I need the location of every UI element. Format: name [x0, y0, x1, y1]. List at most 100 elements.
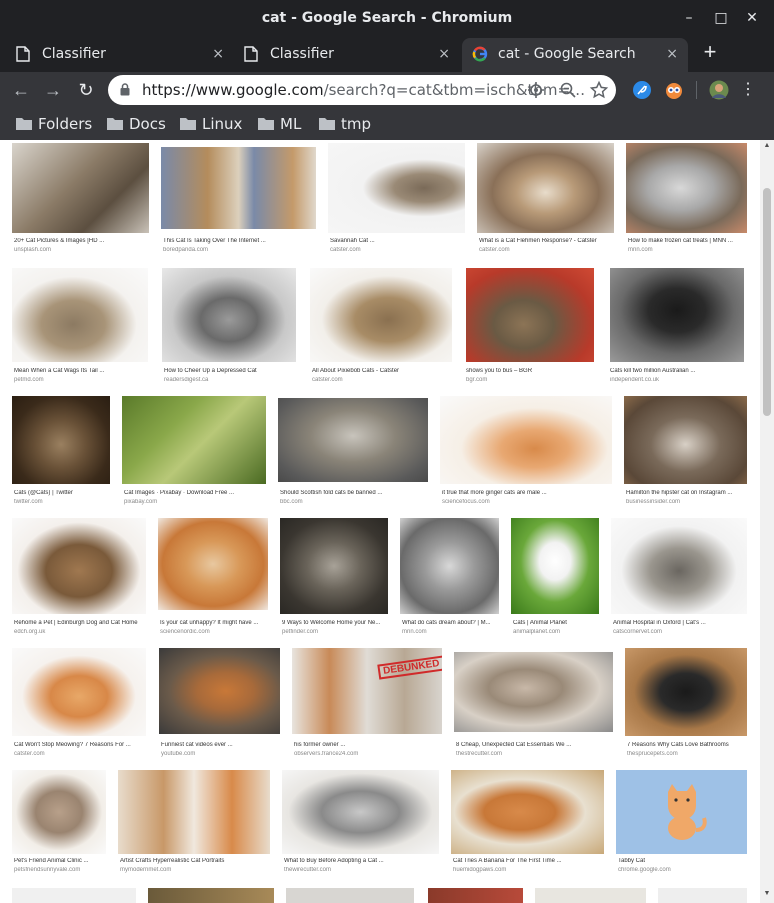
result-source[interactable]: businessinsider.com — [626, 499, 747, 505]
cat-image-thumbnail[interactable] — [12, 143, 149, 233]
cat-image-thumbnail[interactable] — [12, 648, 146, 736]
result-source[interactable]: bbc.com — [280, 499, 428, 505]
tab-close-icon[interactable]: × — [438, 38, 450, 70]
result-caption[interactable]: Funniest cat videos ever ... — [161, 742, 280, 748]
result-source[interactable]: petsfriendsunnyvale.com — [14, 867, 106, 873]
cat-image-thumbnail[interactable] — [159, 648, 280, 734]
cat-image-thumbnail[interactable] — [161, 147, 316, 229]
cat-image-thumbnail[interactable] — [12, 518, 146, 614]
result-source[interactable]: edch.org.uk — [14, 629, 146, 635]
cat-image-thumbnail[interactable] — [477, 143, 614, 233]
cat-image-thumbnail[interactable] — [280, 518, 388, 614]
result-caption[interactable]: 8 Cheap, Unexpected Cat Essentials We ..… — [456, 742, 613, 748]
scroll-up-arrow-icon[interactable]: ▲ — [763, 142, 771, 149]
result-caption[interactable]: shows you to bus – BGR — [466, 368, 594, 374]
result-source[interactable]: sciencefocus.com — [442, 499, 612, 505]
result-source[interactable]: chrome.google.com — [618, 867, 747, 873]
result-caption[interactable]: Cats kill two million Australian ... — [610, 368, 744, 374]
result-caption[interactable]: Animal Hospital in Oxford | Cat's ... — [613, 620, 747, 626]
result-caption[interactable]: 20+ Cat Pictures & Images [HD ... — [14, 238, 149, 244]
cat-image-thumbnail[interactable] — [610, 268, 744, 362]
extension-owl-icon[interactable] — [664, 80, 684, 100]
result-source[interactable]: thewirecutter.com — [284, 867, 439, 873]
tab-close-icon[interactable]: × — [212, 38, 224, 70]
scroll-down-arrow-icon[interactable]: ▼ — [763, 890, 771, 897]
result-source[interactable]: catscornervet.com — [613, 629, 747, 635]
result-caption[interactable]: Should Scottish fold cats be banned ... — [280, 490, 428, 496]
result-source[interactable]: catster.com — [479, 247, 614, 253]
result-caption[interactable]: Pet's Friend Animal Clinic ... — [14, 858, 106, 864]
cat-image-thumbnail[interactable] — [162, 268, 296, 362]
cat-image-thumbnail[interactable] — [118, 770, 270, 854]
new-tab-button[interactable]: + — [698, 40, 722, 64]
result-caption[interactable]: Savannah Cat ... — [330, 238, 465, 244]
result-source[interactable]: huemidogpaws.com — [453, 867, 604, 873]
tab-google-search[interactable]: cat - Google Search × — [462, 38, 688, 72]
result-source[interactable]: independent.co.uk — [610, 377, 744, 383]
result-source[interactable]: pixabay.com — [124, 499, 266, 505]
cat-image-thumbnail[interactable] — [286, 888, 414, 903]
cat-image-thumbnail[interactable] — [454, 652, 613, 732]
bookmark-star-icon[interactable] — [589, 80, 609, 100]
result-source[interactable]: petfinder.com — [282, 629, 388, 635]
cat-image-thumbnail[interactable] — [310, 268, 452, 362]
url-text[interactable]: https://www.google.com/search?q=cat&tbm=… — [142, 81, 585, 99]
bookmark-linux[interactable]: Linux — [180, 114, 242, 134]
tab-classifier-1[interactable]: Classifier × — [6, 38, 234, 72]
result-source[interactable]: mnn.com — [402, 629, 499, 635]
back-button[interactable]: ← — [10, 80, 32, 100]
result-source[interactable]: thestrecutter.com — [456, 751, 613, 757]
maximize-button[interactable]: □ — [711, 10, 731, 26]
result-source[interactable]: thesprucepets.com — [627, 751, 747, 757]
result-source[interactable]: readersdigest.ca — [164, 377, 296, 383]
cat-image-thumbnail[interactable] — [158, 518, 268, 610]
tab-close-icon[interactable]: × — [666, 38, 678, 70]
cat-image-thumbnail[interactable] — [658, 888, 747, 903]
page-scrollbar[interactable]: ▲ ▼ — [760, 140, 774, 903]
result-caption[interactable]: Tabby Cat — [618, 858, 747, 864]
cat-image-thumbnail[interactable] — [12, 396, 110, 484]
bookmark-ml[interactable]: ML — [258, 114, 301, 134]
cat-image-thumbnail[interactable] — [12, 888, 136, 903]
result-caption[interactable]: Rehome a Pet | Edinburgh Dog and Cat Hom… — [14, 620, 146, 626]
menu-kebab-icon[interactable]: ⋮ — [740, 80, 756, 100]
extension-feather-icon[interactable] — [632, 80, 652, 100]
result-source[interactable]: catster.com — [330, 247, 465, 253]
result-caption[interactable]: All About Pixiebob Cats - Catster — [312, 368, 452, 374]
result-caption[interactable]: Cat Won't Stop Meowing? 7 Reasons For ..… — [14, 742, 146, 748]
result-caption[interactable]: Cat Images · Pixabay · Download Free ... — [124, 490, 266, 496]
cat-image-thumbnail[interactable] — [535, 888, 646, 903]
bookmark-folders[interactable]: Folders — [16, 114, 92, 134]
result-caption[interactable]: Is your cat unhappy? It might have ... — [160, 620, 268, 626]
cat-image-thumbnail[interactable] — [616, 770, 747, 854]
result-source[interactable]: catster.com — [14, 751, 146, 757]
cat-image-thumbnail[interactable]: DEBUNKED — [292, 648, 442, 734]
minimize-button[interactable]: – — [679, 10, 699, 26]
result-caption[interactable]: What to Buy Before Adopting a Cat ... — [284, 858, 439, 864]
result-caption[interactable]: Cat Tries A Banana For The First Time ..… — [453, 858, 604, 864]
result-source[interactable]: youtube.com — [161, 751, 280, 757]
forward-button[interactable]: → — [42, 80, 64, 100]
result-caption[interactable]: it true that more ginger cats are male .… — [442, 490, 612, 496]
result-source[interactable]: petmd.com — [14, 377, 148, 383]
result-source[interactable]: sciencenordic.com — [160, 629, 268, 635]
cat-image-thumbnail[interactable] — [428, 888, 523, 903]
lock-icon[interactable] — [120, 83, 130, 96]
cat-image-thumbnail[interactable] — [466, 268, 594, 362]
close-window-button[interactable]: ✕ — [742, 10, 762, 26]
result-caption[interactable]: Cats (@Cats) | Twitter — [14, 490, 110, 496]
result-caption[interactable]: Artist Crafts Hyperrealistic Cat Portrai… — [120, 858, 270, 864]
cat-image-thumbnail[interactable] — [440, 396, 612, 484]
cat-image-thumbnail[interactable] — [122, 396, 266, 484]
cat-image-thumbnail[interactable] — [282, 770, 439, 854]
tab-classifier-2[interactable]: Classifier × — [234, 38, 460, 72]
result-caption[interactable]: 9 Ways to Welcome Home your Ne... — [282, 620, 388, 626]
result-caption[interactable]: Hamilton the hipster cat on Instagram ..… — [626, 490, 747, 496]
zoom-icon[interactable] — [558, 80, 578, 100]
cat-image-thumbnail[interactable] — [624, 396, 747, 484]
result-caption[interactable]: This Cat Is Taking Over The Internet ... — [163, 238, 316, 244]
bookmark-docs[interactable]: Docs — [107, 114, 166, 134]
cat-image-thumbnail[interactable] — [12, 268, 148, 362]
cat-image-thumbnail[interactable] — [328, 143, 465, 233]
result-source[interactable]: observers.france24.com — [294, 751, 442, 757]
